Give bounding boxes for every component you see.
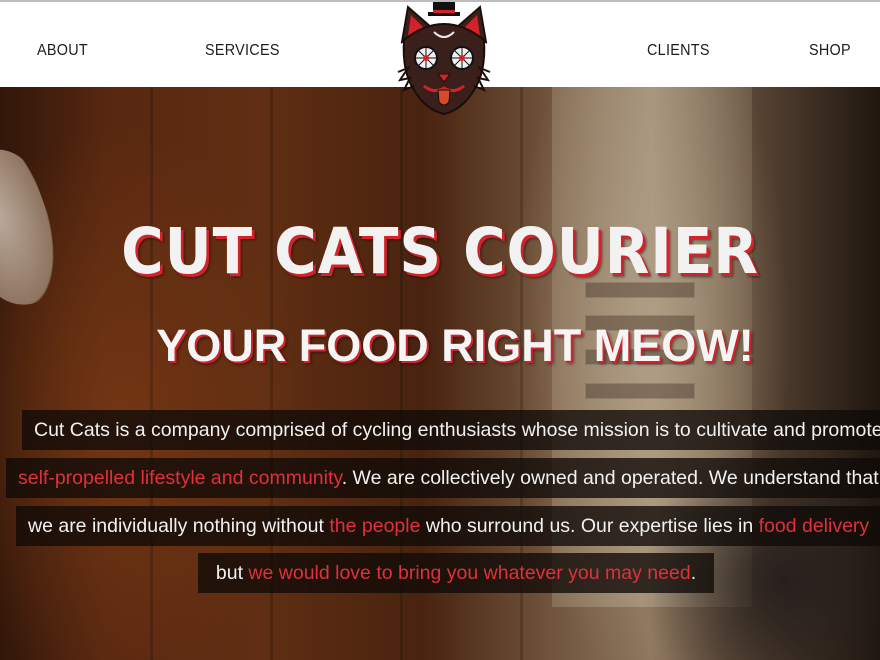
nav-services[interactable]: SERVICES xyxy=(205,42,280,60)
lifestyle-link[interactable]: self-propelled lifestyle and community xyxy=(18,467,342,489)
hero-title: CUT CATS COURIER xyxy=(121,215,759,288)
mission-line-3: we are individually nothing without the … xyxy=(16,506,880,546)
nav-clients[interactable]: CLIENTS xyxy=(647,42,710,60)
nav-shop[interactable]: SHOP xyxy=(809,42,851,60)
mission-text: . xyxy=(690,562,697,584)
mission-text: . We are collectively owned and operated… xyxy=(341,467,879,489)
cat-logo-icon[interactable] xyxy=(394,2,494,120)
mission-text: we are individually nothing without xyxy=(28,515,330,537)
mission-text: but xyxy=(215,562,249,584)
mission-statement: Cut Cats is a company comprised of cycli… xyxy=(0,408,880,608)
food-delivery-link[interactable]: food delivery xyxy=(759,515,870,537)
mission-line-4: but we would love to bring you whatever … xyxy=(198,553,714,593)
nav-about[interactable]: ABOUT xyxy=(37,42,88,60)
bring-anything-link[interactable]: we would love to bring you whatever you … xyxy=(248,562,690,584)
mission-line-1: Cut Cats is a company comprised of cycli… xyxy=(22,410,880,450)
mission-text: Cut Cats is a company comprised of cycli… xyxy=(34,419,880,441)
the-people-link[interactable]: the people xyxy=(329,515,420,537)
mission-text: who surround us. Our expertise lies in xyxy=(420,515,759,537)
hero-subtitle: YOUR FOOD RIGHT MEOW! xyxy=(156,320,754,371)
mission-line-2: self-propelled lifestyle and community. … xyxy=(6,458,880,498)
